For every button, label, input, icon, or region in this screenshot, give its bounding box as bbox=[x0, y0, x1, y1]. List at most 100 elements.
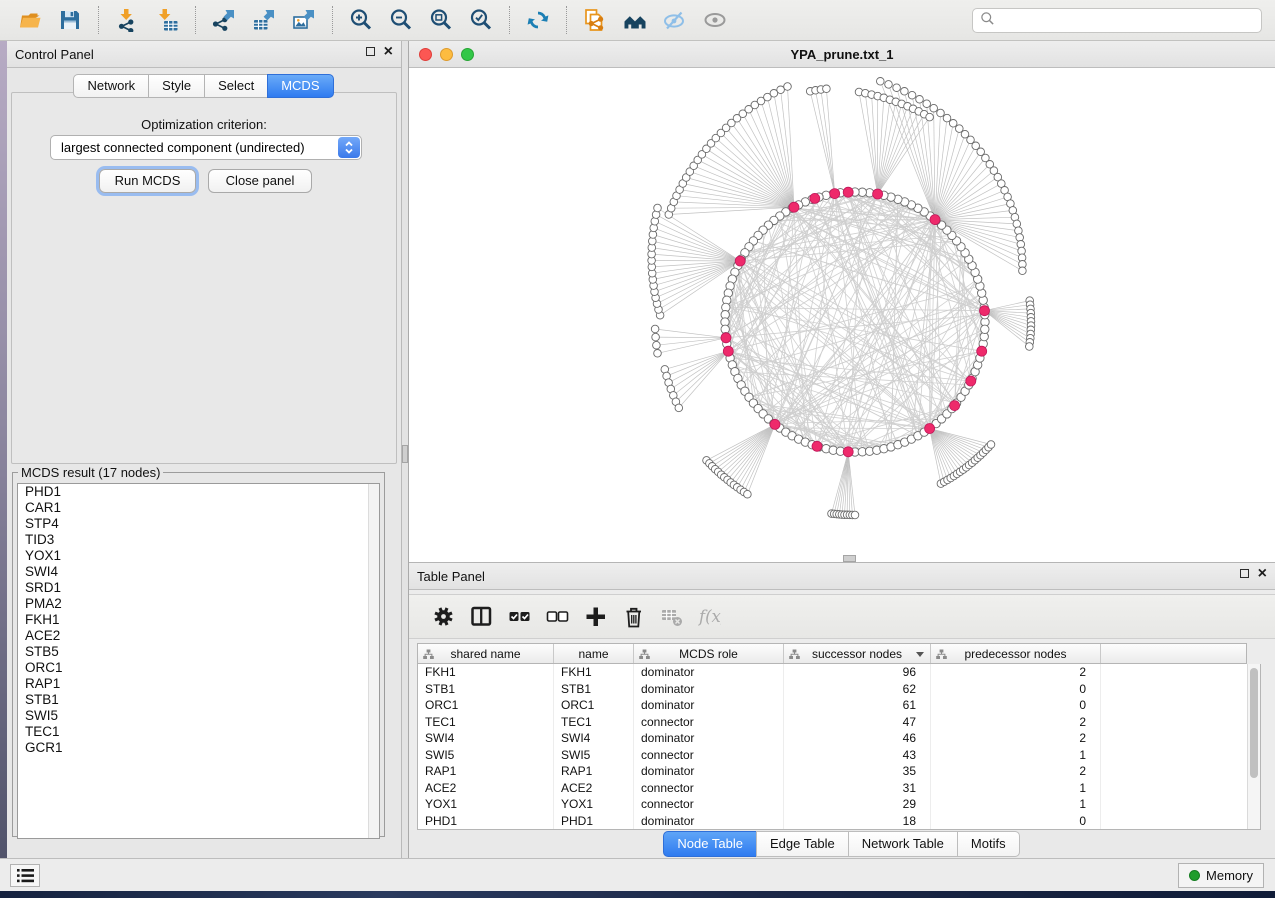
cell-predecessor-nodes[interactable]: 0 bbox=[931, 681, 1101, 698]
mcds-result-item[interactable]: STB1 bbox=[18, 692, 379, 708]
cell-predecessor-nodes[interactable]: 0 bbox=[931, 697, 1101, 714]
import-table-icon[interactable] bbox=[152, 5, 182, 35]
network-titlebar[interactable]: YPA_prune.txt_1 bbox=[409, 41, 1275, 68]
cell-MCDS-role[interactable]: dominator bbox=[634, 681, 784, 698]
cell-predecessor-nodes[interactable]: 1 bbox=[931, 796, 1101, 813]
cell-name[interactable]: SWI4 bbox=[554, 730, 634, 747]
cell-predecessor-nodes[interactable]: 2 bbox=[931, 664, 1101, 681]
mcds-result-list[interactable]: PHD1CAR1STP4TID3YOX1SWI4SRD1PMA2FKH1ACE2… bbox=[17, 483, 380, 839]
tab-network-table[interactable]: Network Table bbox=[848, 831, 958, 857]
criterion-dropdown[interactable]: largest connected component (undirected) bbox=[50, 135, 362, 160]
houses-icon[interactable] bbox=[620, 5, 650, 35]
cell-MCDS-role[interactable]: connector bbox=[634, 747, 784, 764]
mcds-result-item[interactable]: RAP1 bbox=[18, 676, 379, 692]
mcds-result-item[interactable]: TEC1 bbox=[18, 724, 379, 740]
columns-icon[interactable] bbox=[464, 602, 498, 632]
mcds-result-item[interactable]: ORC1 bbox=[18, 660, 379, 676]
close-panel-button[interactable]: Close panel bbox=[208, 169, 312, 193]
export-table-icon[interactable] bbox=[249, 5, 279, 35]
show-graphics-eye-icon[interactable] bbox=[700, 5, 730, 35]
table-scrollbar-thumb[interactable] bbox=[1250, 668, 1258, 778]
float-table-panel-icon[interactable] bbox=[1240, 569, 1249, 578]
mcds-result-item[interactable]: SRD1 bbox=[18, 580, 379, 596]
cell-successor-nodes[interactable]: 61 bbox=[784, 697, 931, 714]
mcds-result-item[interactable]: GCR1 bbox=[18, 740, 379, 756]
sort-caret-icon[interactable] bbox=[916, 652, 924, 657]
cell-MCDS-role[interactable]: connector bbox=[634, 780, 784, 797]
task-history-button[interactable] bbox=[10, 864, 40, 887]
column-header-successor-nodes[interactable]: successor nodes bbox=[784, 644, 931, 663]
zoom-fit-icon[interactable] bbox=[426, 5, 456, 35]
tab-style[interactable]: Style bbox=[148, 74, 205, 98]
cell-name[interactable]: YOX1 bbox=[554, 796, 634, 813]
tab-node-table[interactable]: Node Table bbox=[663, 831, 757, 857]
horizontal-splitter-grip[interactable] bbox=[843, 555, 856, 562]
table-row[interactable]: ACE2ACE2connector311 bbox=[418, 780, 1260, 797]
cell-name[interactable]: SWI5 bbox=[554, 747, 634, 764]
cell-MCDS-role[interactable]: dominator bbox=[634, 730, 784, 747]
cell-successor-nodes[interactable]: 18 bbox=[784, 813, 931, 830]
vertical-splitter[interactable] bbox=[402, 41, 409, 858]
splitter-grip[interactable] bbox=[402, 445, 408, 463]
refresh-icon[interactable] bbox=[523, 5, 553, 35]
cell-shared-name[interactable]: TEC1 bbox=[418, 714, 554, 731]
mcds-result-item[interactable]: PHD1 bbox=[18, 484, 379, 500]
cell-predecessor-nodes[interactable]: 0 bbox=[931, 813, 1101, 830]
cell-name[interactable]: TEC1 bbox=[554, 714, 634, 731]
cell-name[interactable]: PHD1 bbox=[554, 813, 634, 830]
mcds-result-item[interactable]: SWI4 bbox=[18, 564, 379, 580]
cell-shared-name[interactable]: YOX1 bbox=[418, 796, 554, 813]
mcds-list-scrollbar[interactable] bbox=[368, 484, 379, 838]
mcds-result-item[interactable]: TID3 bbox=[18, 532, 379, 548]
cell-successor-nodes[interactable]: 35 bbox=[784, 763, 931, 780]
mcds-result-item[interactable]: YOX1 bbox=[18, 548, 379, 564]
hide-graphics-eye-icon[interactable] bbox=[660, 5, 690, 35]
cell-name[interactable]: RAP1 bbox=[554, 763, 634, 780]
export-network-icon[interactable] bbox=[209, 5, 239, 35]
unselect-all-checkboxes-icon[interactable] bbox=[540, 602, 574, 632]
cell-shared-name[interactable]: PHD1 bbox=[418, 813, 554, 830]
duplicate-network-icon[interactable] bbox=[580, 5, 610, 35]
table-row[interactable]: TEC1TEC1connector472 bbox=[418, 714, 1260, 731]
table-row[interactable]: PHD1PHD1dominator180 bbox=[418, 813, 1260, 830]
cell-shared-name[interactable]: ACE2 bbox=[418, 780, 554, 797]
cell-MCDS-role[interactable]: connector bbox=[634, 714, 784, 731]
table-row[interactable]: ORC1ORC1dominator610 bbox=[418, 697, 1260, 714]
mcds-result-item[interactable]: PMA2 bbox=[18, 596, 379, 612]
network-canvas[interactable] bbox=[409, 68, 1275, 563]
cell-name[interactable]: ORC1 bbox=[554, 697, 634, 714]
save-session-icon[interactable] bbox=[55, 5, 85, 35]
tab-mcds[interactable]: MCDS bbox=[267, 74, 333, 98]
zoom-in-icon[interactable] bbox=[346, 5, 376, 35]
cell-predecessor-nodes[interactable]: 1 bbox=[931, 780, 1101, 797]
cell-successor-nodes[interactable]: 96 bbox=[784, 664, 931, 681]
export-image-icon[interactable] bbox=[289, 5, 319, 35]
mcds-result-item[interactable]: STP4 bbox=[18, 516, 379, 532]
tab-edge-table[interactable]: Edge Table bbox=[756, 831, 849, 857]
cell-successor-nodes[interactable]: 43 bbox=[784, 747, 931, 764]
cell-shared-name[interactable]: SWI5 bbox=[418, 747, 554, 764]
cell-name[interactable]: ACE2 bbox=[554, 780, 634, 797]
table-row[interactable]: RAP1RAP1dominator352 bbox=[418, 763, 1260, 780]
cell-shared-name[interactable]: ORC1 bbox=[418, 697, 554, 714]
cell-predecessor-nodes[interactable]: 2 bbox=[931, 763, 1101, 780]
table-row[interactable]: STB1STB1dominator620 bbox=[418, 681, 1260, 698]
column-header-name[interactable]: name bbox=[554, 644, 634, 663]
table-row[interactable]: YOX1YOX1connector291 bbox=[418, 796, 1260, 813]
cell-successor-nodes[interactable]: 46 bbox=[784, 730, 931, 747]
cell-successor-nodes[interactable]: 47 bbox=[784, 714, 931, 731]
tab-motifs[interactable]: Motifs bbox=[957, 831, 1020, 857]
column-header-predecessor-nodes[interactable]: predecessor nodes bbox=[931, 644, 1101, 663]
minimize-window-icon[interactable] bbox=[440, 48, 453, 61]
search-input[interactable] bbox=[1000, 13, 1261, 28]
cell-successor-nodes[interactable]: 29 bbox=[784, 796, 931, 813]
cell-MCDS-role[interactable]: connector bbox=[634, 796, 784, 813]
cell-predecessor-nodes[interactable]: 2 bbox=[931, 714, 1101, 731]
table-row[interactable]: FKH1FKH1dominator962 bbox=[418, 664, 1260, 681]
cell-MCDS-role[interactable]: dominator bbox=[634, 813, 784, 830]
search-box[interactable] bbox=[972, 8, 1262, 33]
zoom-out-icon[interactable] bbox=[386, 5, 416, 35]
zoom-window-icon[interactable] bbox=[461, 48, 474, 61]
gear-icon[interactable] bbox=[426, 602, 460, 632]
open-file-icon[interactable] bbox=[15, 5, 45, 35]
